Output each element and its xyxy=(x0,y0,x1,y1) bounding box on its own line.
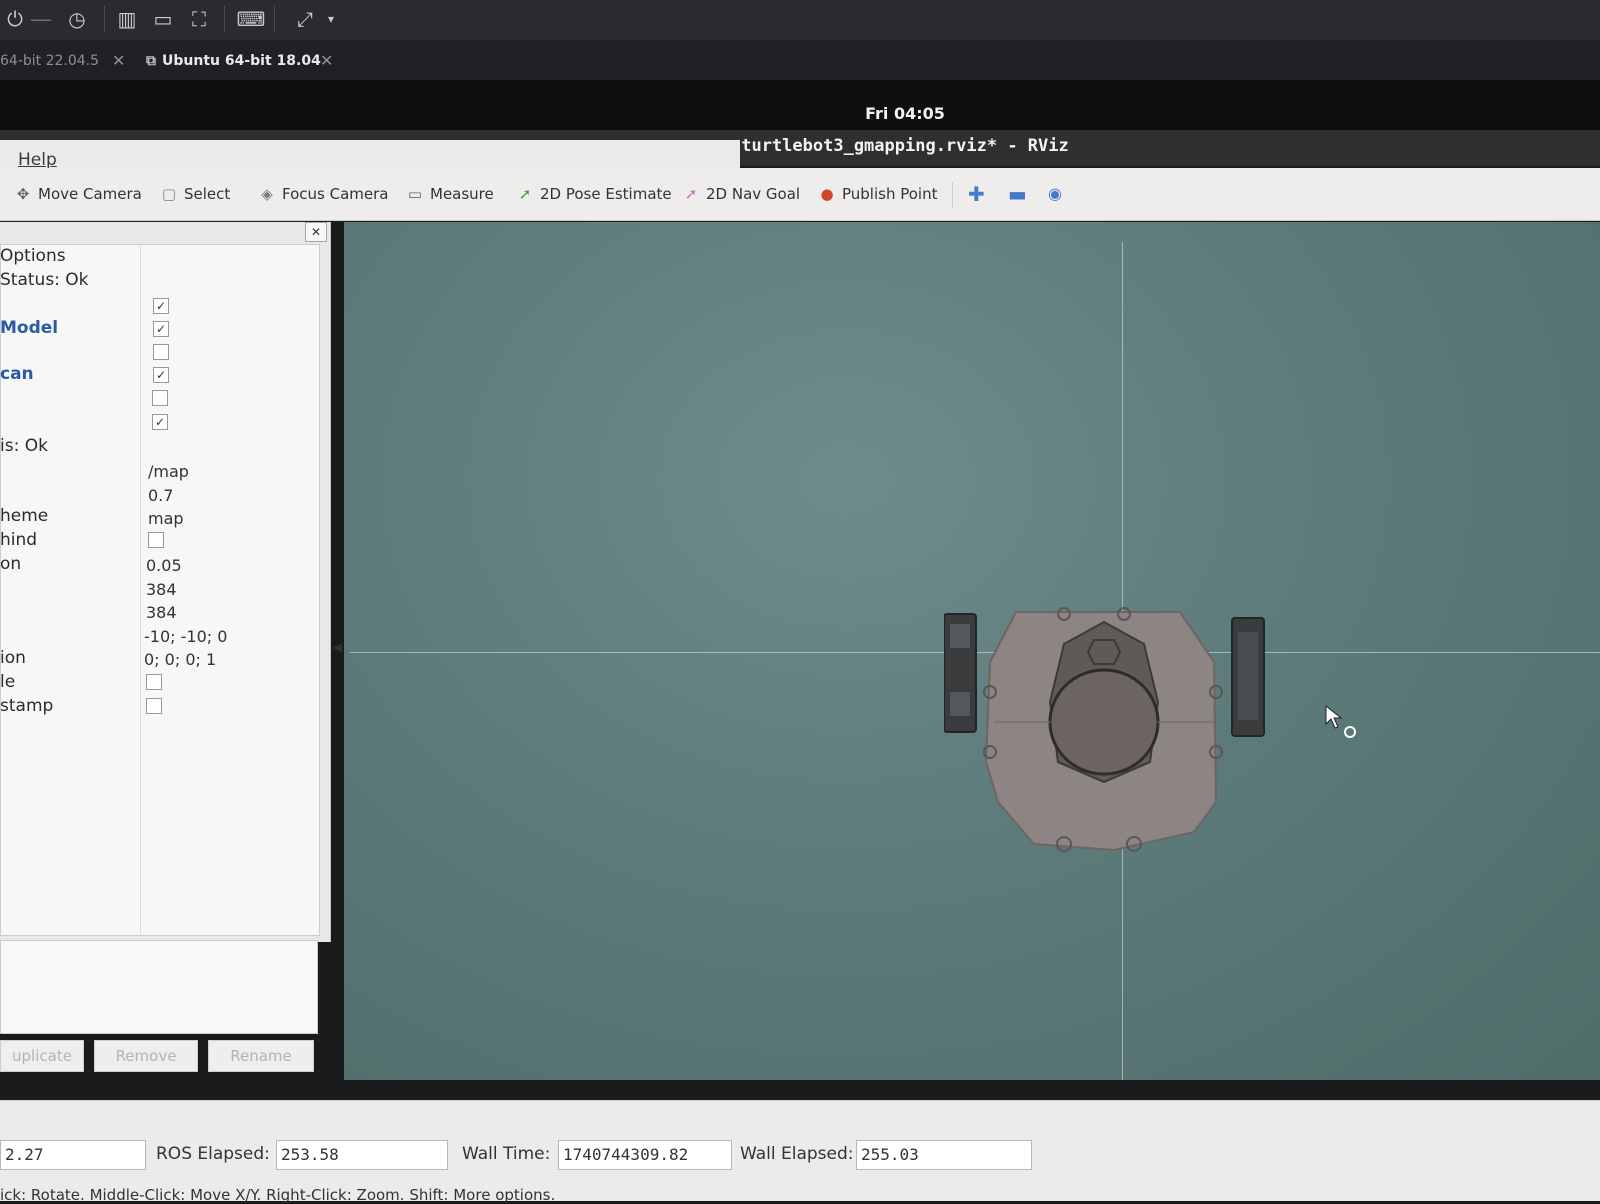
tab-ubuntu-18[interactable]: ⧉ Ubuntu 64-bit 18.04 xyxy=(146,46,321,76)
terminal-icon[interactable]: ⌨ xyxy=(236,4,266,34)
checkbox[interactable] xyxy=(153,344,169,360)
checkbox[interactable] xyxy=(146,698,162,714)
pink-arrow-icon: ➚ xyxy=(684,185,698,203)
checkbox[interactable]: ✓ xyxy=(152,414,168,430)
tool-2d-nav-goal[interactable]: ➚ 2D Nav Goal xyxy=(680,180,800,208)
chevron-down-icon[interactable]: ▾ xyxy=(316,4,346,34)
tree-row-label: on xyxy=(0,554,22,574)
clock[interactable]: Fri 04:05 xyxy=(0,104,1600,123)
tools-toolbar: ✥ Move Camera ▢ Select ◈ Focus Camera ▭ Meas… xyxy=(0,168,1600,221)
turtlebot3-robot-model xyxy=(944,607,1265,852)
tree-row-label: hind xyxy=(0,530,38,550)
property-value[interactable]: map xyxy=(148,509,184,528)
mouse-cursor-icon xyxy=(1325,704,1356,738)
tool-move-camera[interactable]: ✥ Move Camera xyxy=(12,180,142,208)
fullscreen-icon[interactable]: ⛶ xyxy=(184,4,214,34)
rename-button[interactable]: Rename xyxy=(208,1040,314,1072)
vm-host-toolbar: ⏻ ― ◷ ▥ ▭ ⛶ ⌨ ⤢ ▾ xyxy=(0,0,1600,40)
tree-row-label: heme xyxy=(0,506,49,526)
tab-ubuntu-22[interactable]: 64-bit 22.04.5 xyxy=(0,46,99,76)
tool-2d-pose-estimate[interactable]: ➚ 2D Pose Estimate xyxy=(514,180,672,208)
move-camera-icon: ✥ xyxy=(16,185,30,203)
add-tool-icon[interactable]: ✚ xyxy=(968,180,985,208)
tool-publish-point[interactable]: ● Publish Point xyxy=(816,180,937,208)
menu-bar: Help xyxy=(0,140,740,170)
3d-render-view[interactable] xyxy=(344,222,1600,1080)
property-value[interactable]: 0.05 xyxy=(146,556,182,575)
toolbar-divider xyxy=(274,6,275,32)
map-pin-icon: ● xyxy=(820,185,834,203)
ubuntu-top-bar: Fri 04:05 xyxy=(0,80,1600,130)
toolbar-divider xyxy=(224,6,225,32)
checkbox[interactable]: ✓ xyxy=(153,367,169,383)
wall-time-label: Wall Time: xyxy=(462,1144,551,1164)
menu-help[interactable]: Help xyxy=(18,150,57,170)
tool-select[interactable]: ▢ Select xyxy=(158,180,230,208)
status-hint: ick: Rotate. Middle-Click: Move X/Y. Rig… xyxy=(0,1186,556,1204)
vm-icon: ⧉ xyxy=(146,53,156,69)
checkbox[interactable] xyxy=(152,390,168,406)
column-divider xyxy=(140,244,141,934)
property-value[interactable]: 0; 0; 0; 1 xyxy=(144,650,216,669)
checkbox[interactable]: ✓ xyxy=(153,321,169,337)
property-value[interactable]: /map xyxy=(148,462,189,481)
checkbox[interactable] xyxy=(148,532,164,548)
tree-row-label[interactable]: Options xyxy=(0,246,66,266)
tree-row-label: le xyxy=(0,672,16,692)
tree-row-label[interactable]: can xyxy=(0,364,34,384)
close-icon[interactable]: ✕ xyxy=(320,46,333,76)
toolbar-divider xyxy=(104,6,105,32)
property-value[interactable]: -10; -10; 0 xyxy=(144,627,227,646)
tool-label: Move Camera xyxy=(38,185,142,203)
tab-label: Ubuntu 64-bit 18.04 xyxy=(162,53,321,69)
sidebar-toggle-icon[interactable]: ▥ xyxy=(112,4,142,34)
checkbox[interactable]: ✓ xyxy=(153,298,169,314)
tree-row-label: Status: Ok xyxy=(0,270,89,290)
close-icon[interactable]: ✕ xyxy=(112,46,125,76)
tool-properties-icon[interactable]: ◉ xyxy=(1048,180,1062,208)
remove-tool-icon[interactable]: ▬ xyxy=(1008,180,1027,208)
tool-label: Publish Point xyxy=(842,185,938,203)
tree-row-label: is: Ok xyxy=(0,436,48,456)
property-value[interactable]: 0.7 xyxy=(148,486,173,505)
vm-tab-strip: 64-bit 22.04.5 ✕ ⧉ Ubuntu 64-bit 18.04 ✕ xyxy=(0,40,1600,80)
wall-elapsed-field[interactable]: 255.03 xyxy=(856,1140,1032,1170)
close-icon[interactable]: ✕ xyxy=(305,222,327,242)
ros-time-field[interactable]: 2.27 xyxy=(0,1140,146,1170)
property-value[interactable]: 384 xyxy=(146,603,177,622)
tree-row-label: stamp xyxy=(0,696,54,716)
ros-elapsed-label: ROS Elapsed: xyxy=(156,1144,270,1164)
tool-label: 2D Nav Goal xyxy=(706,185,801,203)
wall-time-field[interactable]: 1740744309.82 xyxy=(558,1140,732,1170)
tree-row-label[interactable]: Model xyxy=(0,318,58,338)
tree-row-label: ion xyxy=(0,648,26,668)
ros-elapsed-field[interactable]: 253.58 xyxy=(276,1140,448,1170)
tool-label: 2D Pose Estimate xyxy=(540,185,672,203)
checkbox[interactable] xyxy=(146,674,162,690)
collapse-arrow-icon[interactable]: ◀ xyxy=(333,640,342,654)
property-value[interactable]: 384 xyxy=(146,580,177,599)
remove-button[interactable]: Remove xyxy=(94,1040,198,1072)
duplicate-button[interactable]: uplicate xyxy=(0,1040,84,1072)
wall-elapsed-label: Wall Elapsed: xyxy=(740,1144,854,1164)
tool-label: Measure xyxy=(430,185,494,203)
ruler-icon: ▭ xyxy=(407,185,423,203)
toolbar-divider xyxy=(952,182,953,208)
property-description xyxy=(0,940,318,1034)
dash-icon[interactable]: ― xyxy=(26,4,56,34)
focus-camera-icon: ◈ xyxy=(261,185,273,203)
select-icon: ▢ xyxy=(161,185,177,203)
tool-label: Select xyxy=(184,185,231,203)
tool-focus-camera[interactable]: ◈ Focus Camera xyxy=(256,180,388,208)
green-arrow-icon: ➚ xyxy=(518,185,532,203)
snapshot-icon[interactable]: ◷ xyxy=(62,4,92,34)
tool-label: Focus Camera xyxy=(282,185,389,203)
tool-measure[interactable]: ▭ Measure xyxy=(404,180,494,208)
console-view-icon[interactable]: ▭ xyxy=(148,4,178,34)
